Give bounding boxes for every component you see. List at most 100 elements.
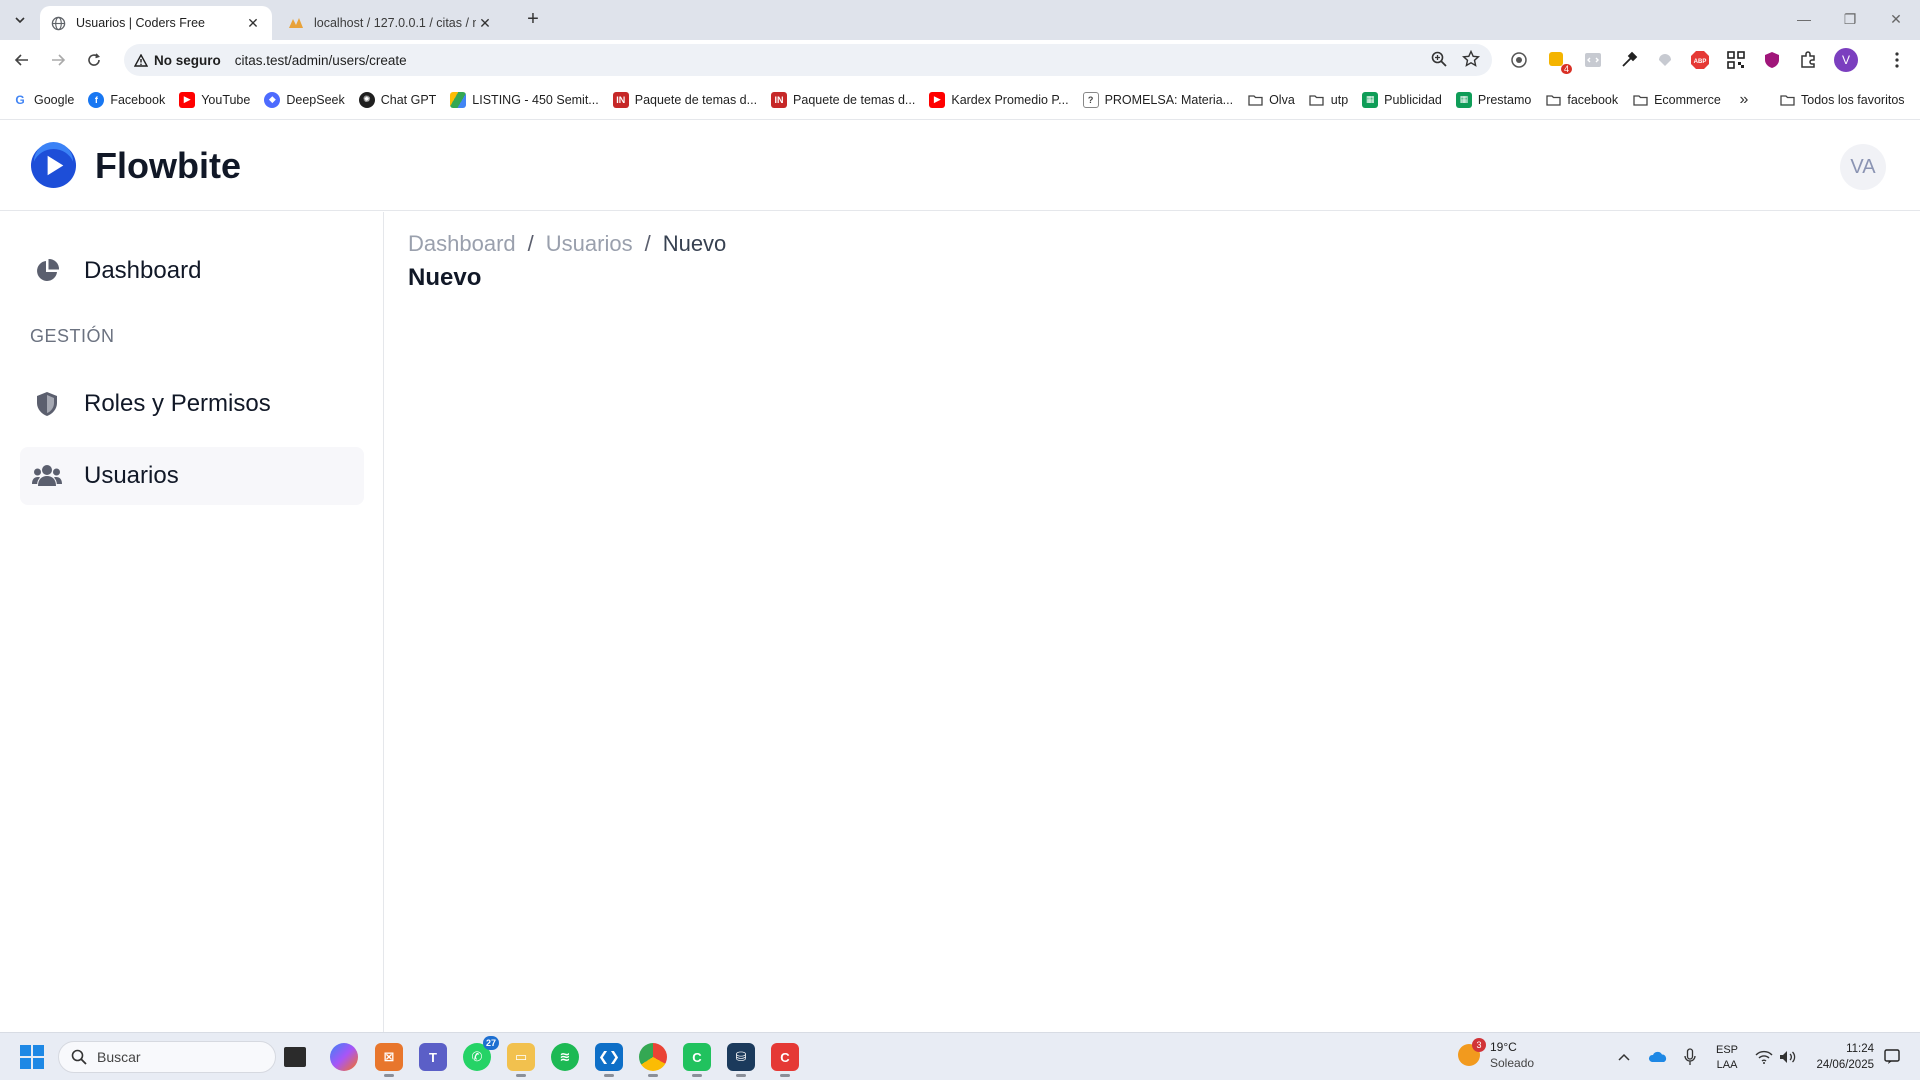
spotify-icon[interactable]: ≋ xyxy=(551,1043,579,1071)
microphone-icon[interactable] xyxy=(1678,1045,1702,1069)
forward-button[interactable] xyxy=(44,48,72,72)
bookmark-folder-facebook[interactable]: facebook xyxy=(1545,92,1618,108)
bookmark-google[interactable]: G Google xyxy=(12,91,74,108)
vscode-icon[interactable]: ❮❯ xyxy=(595,1043,623,1077)
all-bookmarks-button[interactable]: Todos los favoritos xyxy=(1780,88,1905,112)
system-clock[interactable]: 11:24 24/06/2025 xyxy=(1810,1041,1874,1073)
bookmark-label: YouTube xyxy=(201,92,251,107)
bookmarks-overflow-button[interactable]: » xyxy=(1732,88,1756,112)
sidebar-item-users[interactable]: Usuarios xyxy=(20,447,364,505)
windows-start-icon[interactable] xyxy=(20,1045,44,1069)
camtasia-icon[interactable]: C xyxy=(683,1043,711,1077)
bookmark-listing[interactable]: LISTING - 450 Semit... xyxy=(450,91,599,108)
chrome-icon[interactable] xyxy=(639,1043,667,1077)
code-extension-icon[interactable] xyxy=(1582,49,1604,71)
bookmark-chatgpt[interactable]: ✺ Chat GPT xyxy=(358,91,437,108)
wifi-icon[interactable] xyxy=(1752,1045,1776,1069)
users-icon xyxy=(32,461,62,491)
bookmark-label: LISTING - 450 Semit... xyxy=(472,92,599,107)
restore-button[interactable]: ❐ xyxy=(1830,6,1870,32)
zoom-icon[interactable] xyxy=(1430,50,1448,68)
breadcrumb-link-dashboard[interactable]: Dashboard xyxy=(408,231,516,257)
bookmark-prestamo[interactable]: ▦ Prestamo xyxy=(1455,91,1531,108)
profile-avatar[interactable]: V xyxy=(1834,48,1858,72)
whatsapp-icon[interactable]: ✆ 27 xyxy=(463,1036,499,1071)
bookmark-label: Chat GPT xyxy=(380,92,437,107)
eyedropper-icon[interactable] xyxy=(1618,49,1640,71)
close-window-button[interactable]: ✕ xyxy=(1876,6,1916,32)
page-title: Nuevo xyxy=(408,264,482,291)
bookmark-label: Publicidad xyxy=(1384,92,1442,107)
onedrive-icon[interactable] xyxy=(1646,1045,1670,1069)
bookmark-publicidad[interactable]: ▦ Publicidad xyxy=(1362,91,1442,108)
notification-icon[interactable] xyxy=(1880,1045,1904,1069)
keyboard-layout: LAA xyxy=(1716,1059,1738,1071)
user-avatar[interactable]: VA xyxy=(1840,144,1886,190)
adblock-icon[interactable]: ABP xyxy=(1689,49,1711,71)
browser-tab-active[interactable]: Usuarios | Coders Free ✕ xyxy=(40,6,272,40)
chevron-up-icon[interactable] xyxy=(1612,1045,1636,1069)
bookmark-label: utp xyxy=(1330,92,1349,107)
app-header: Flowbite VA xyxy=(0,121,1920,211)
task-view-icon[interactable] xyxy=(284,1047,306,1067)
new-tab-button[interactable]: + xyxy=(520,8,546,32)
tab-close-icon[interactable]: ✕ xyxy=(476,14,494,32)
taskbar-search[interactable]: Buscar xyxy=(58,1041,276,1073)
language-indicator[interactable]: ESP LAA xyxy=(1716,1043,1738,1073)
bookmark-paquete-2[interactable]: IN Paquete de temas d... xyxy=(771,91,915,108)
bookmark-label: PROMELSA: Materia... xyxy=(1104,92,1234,107)
warning-icon xyxy=(134,53,148,67)
folder-icon xyxy=(1632,92,1648,108)
volume-icon[interactable] xyxy=(1776,1045,1800,1069)
address-bar[interactable]: No seguro citas.test/admin/users/create xyxy=(124,44,1492,76)
star-icon[interactable] xyxy=(1462,50,1480,68)
bookmark-kardex[interactable]: ▶ Kardex Promedio P... xyxy=(929,91,1069,108)
xampp-icon[interactable]: ⊠ xyxy=(375,1043,403,1077)
back-button[interactable] xyxy=(8,48,36,72)
flowbite-logo-icon[interactable] xyxy=(30,142,77,189)
bookmark-deepseek[interactable]: ◆ DeepSeek xyxy=(264,91,345,108)
reload-button[interactable] xyxy=(80,48,108,72)
sidebar-item-dashboard[interactable]: Dashboard xyxy=(20,242,364,300)
copilot-icon[interactable] xyxy=(330,1043,358,1071)
tab-search-button[interactable] xyxy=(8,8,32,32)
recorder-icon[interactable]: C xyxy=(771,1043,799,1077)
sun-icon: 3 xyxy=(1458,1038,1486,1066)
arrow-right-icon xyxy=(52,54,66,66)
file-explorer-icon[interactable]: ▭ xyxy=(507,1043,535,1077)
puzzle-icon[interactable] xyxy=(1797,49,1819,71)
indeed-icon: IN xyxy=(612,91,629,108)
bookmark-youtube[interactable]: ▶ YouTube xyxy=(179,91,251,108)
bookmark-paquete-1[interactable]: IN Paquete de temas d... xyxy=(612,91,758,108)
security-indicator[interactable]: No seguro xyxy=(134,53,221,68)
breadcrumb-link-users[interactable]: Usuarios xyxy=(546,231,633,257)
teams-icon[interactable]: T xyxy=(419,1043,447,1071)
shield-icon xyxy=(32,389,62,419)
qr-code-icon[interactable] xyxy=(1725,49,1747,71)
bookmark-folder-ecommerce[interactable]: Ecommerce xyxy=(1632,92,1721,108)
bookmark-folder-olva[interactable]: Olva xyxy=(1247,92,1295,108)
clock-date: 24/06/2025 xyxy=(1816,1059,1874,1071)
folder-icon xyxy=(1309,92,1325,108)
extension-icon[interactable] xyxy=(1654,49,1676,71)
tab-close-icon[interactable]: ✕ xyxy=(244,14,262,32)
bookmark-facebook[interactable]: f Facebook xyxy=(88,91,165,108)
extension-icon[interactable] xyxy=(1508,49,1530,71)
deepseek-icon: ◆ xyxy=(264,91,281,108)
bookmark-label: facebook xyxy=(1567,92,1619,107)
bookmarks-bar: G Google f Facebook ▶ YouTube ◆ DeepSeek ✺ Ch… xyxy=(0,80,1920,120)
kebab-menu-icon[interactable] xyxy=(1886,49,1908,71)
minimize-button[interactable]: — xyxy=(1784,6,1824,32)
bookmark-folder-utp[interactable]: utp xyxy=(1309,92,1348,108)
bookmark-label: Paquete de temas d... xyxy=(634,92,758,107)
ublock-icon[interactable] xyxy=(1761,49,1783,71)
mysql-workbench-icon[interactable]: ⛁ xyxy=(727,1043,755,1077)
browser-tab[interactable]: localhost / 127.0.0.1 / citas / m ✕ xyxy=(278,6,504,40)
bookmark-promelsa[interactable]: ? PROMELSA: Materia... xyxy=(1082,91,1234,108)
weather-widget[interactable]: 3 19°C Soleado xyxy=(1458,1038,1534,1071)
bookmark-label: DeepSeek xyxy=(286,92,345,107)
brand-name[interactable]: Flowbite xyxy=(95,145,241,187)
sidebar-item-roles[interactable]: Roles y Permisos xyxy=(20,375,364,433)
folder-icon xyxy=(1247,92,1263,108)
extension-badge-icon[interactable]: 4 xyxy=(1546,49,1572,74)
